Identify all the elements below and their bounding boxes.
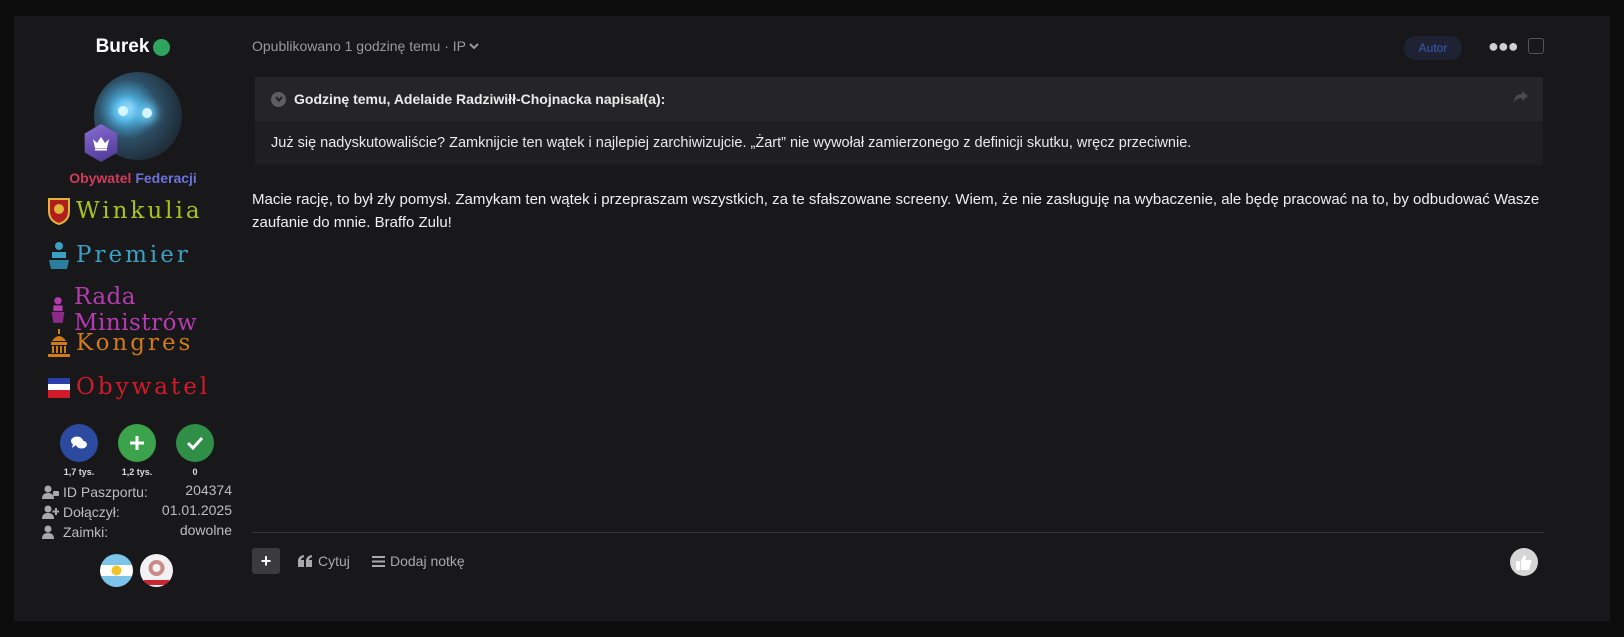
quote-button[interactable]: Cytuj <box>298 553 350 569</box>
post-body: Macie rację, to był zły pomysł. Zamykam … <box>252 191 1540 231</box>
rank-label-part2: Federacji <box>135 170 197 186</box>
info-label: ID Paszportu: <box>63 484 148 500</box>
post-header: Opublikowano 1 godzinę temu · IP Autor ●… <box>252 36 1606 62</box>
author-name-row: Burek <box>14 36 252 58</box>
post-meta-text: Opublikowano 1 godzinę temu · IP <box>252 38 467 54</box>
info-row-joined: Dołączył: 01.01.2025 <box>42 502 232 522</box>
like-button[interactable] <box>1510 548 1538 576</box>
comments-icon <box>60 424 98 462</box>
stat-posts[interactable]: 1,7 tys. <box>60 424 98 480</box>
capitol-icon <box>48 329 70 357</box>
role-winkulia: Winkulia <box>46 196 203 226</box>
info-label-wrap: ID Paszportu: <box>42 482 148 502</box>
avatar-eye-left <box>118 106 128 116</box>
role-label: Obywatel <box>76 374 211 400</box>
more-options-icon[interactable]: ●●● <box>1488 36 1519 57</box>
role-kongres: Kongres <box>46 328 193 358</box>
role-label: Premier <box>76 242 191 268</box>
coat-of-arms-icon <box>48 198 70 226</box>
info-row-pronouns: Zaimki: dowolne <box>42 522 232 542</box>
author-stats: 1,7 tys. 1,2 tys. 0 <box>60 424 214 480</box>
info-label: Dołączył: <box>63 504 120 520</box>
add-note-button[interactable]: Dodaj notkę <box>372 553 465 569</box>
info-row-passport: ID Paszportu: 204374 <box>42 482 232 502</box>
rank-label: Obywatel Federacji <box>14 170 252 186</box>
stat-count: 1,7 tys. <box>61 467 97 477</box>
author-tag-badge: Autor <box>1404 36 1462 60</box>
stat-reputation[interactable]: 1,2 tys. <box>118 424 156 480</box>
plus-icon <box>118 424 156 462</box>
avatar-eye-right <box>142 108 152 118</box>
info-label: Zaimki: <box>63 524 109 540</box>
quote-icon <box>298 555 312 567</box>
author-info: ID Paszportu: 204374 Dołączył: 01.01.202… <box>42 482 232 542</box>
chevron-down-icon <box>469 43 479 50</box>
info-value: 204374 <box>185 482 232 498</box>
emblem-badge-icon[interactable] <box>140 554 173 587</box>
list-icon <box>372 555 385 567</box>
quote-header[interactable]: Godzinę temu, Adelaide Radziwiłł-Chojnac… <box>255 77 1543 121</box>
post-meta[interactable]: Opublikowano 1 godzinę temu · IP <box>252 38 479 54</box>
quote-text: Już się nadyskutowaliście? Zamknijcie te… <box>271 135 1192 151</box>
stat-count: 0 <box>190 467 200 477</box>
minister-lectern-icon <box>51 297 65 323</box>
add-multiquote-button[interactable]: + <box>252 548 280 574</box>
thumbs-up-icon <box>1516 554 1532 570</box>
user-icon <box>42 525 54 539</box>
info-label-wrap: Zaimki: <box>42 522 108 542</box>
info-value: 01.01.2025 <box>161 502 232 518</box>
online-status-icon <box>153 38 171 56</box>
stat-solutions[interactable]: 0 <box>176 424 214 480</box>
check-icon <box>176 424 214 462</box>
quote-block: Godzinę temu, Adelaide Radziwiłł-Chojnac… <box>255 77 1543 165</box>
info-value: dowolne <box>179 522 232 538</box>
post-footer: + Cytuj Dodaj notkę <box>252 548 1606 576</box>
role-label: Kongres <box>76 330 194 356</box>
user-plus-icon <box>42 505 59 519</box>
role-premier: Premier <box>46 240 191 270</box>
role-obywatel: Obywatel <box>46 372 210 402</box>
sun-flag-badge-icon[interactable] <box>100 554 133 587</box>
quote-header-text: Godzinę temu, Adelaide Radziwiłł-Chojnac… <box>294 91 666 107</box>
rank-label-part1: Obywatel <box>69 170 132 186</box>
add-note-label: Dodaj notkę <box>390 553 465 569</box>
footer-divider <box>252 532 1544 533</box>
role-label: Winkulia <box>76 198 203 224</box>
premier-podium-icon <box>49 242 69 269</box>
author-panel: Burek Obywatel Federacji Winkulia Premie… <box>14 16 252 621</box>
info-label-wrap: Dołączył: <box>42 502 120 522</box>
author-name[interactable]: Burek <box>96 36 150 58</box>
share-arrow-icon[interactable] <box>1513 90 1529 107</box>
select-post-checkbox[interactable] <box>1528 38 1544 54</box>
quote-button-label: Cytuj <box>318 553 350 569</box>
chevron-down-circle-icon[interactable] <box>271 91 286 107</box>
stat-count: 1,2 tys. <box>119 467 155 477</box>
forum-post: Burek Obywatel Federacji Winkulia Premie… <box>14 16 1610 621</box>
author-badges <box>100 554 173 587</box>
citizen-flag-icon <box>48 378 70 398</box>
user-id-icon <box>42 485 59 499</box>
